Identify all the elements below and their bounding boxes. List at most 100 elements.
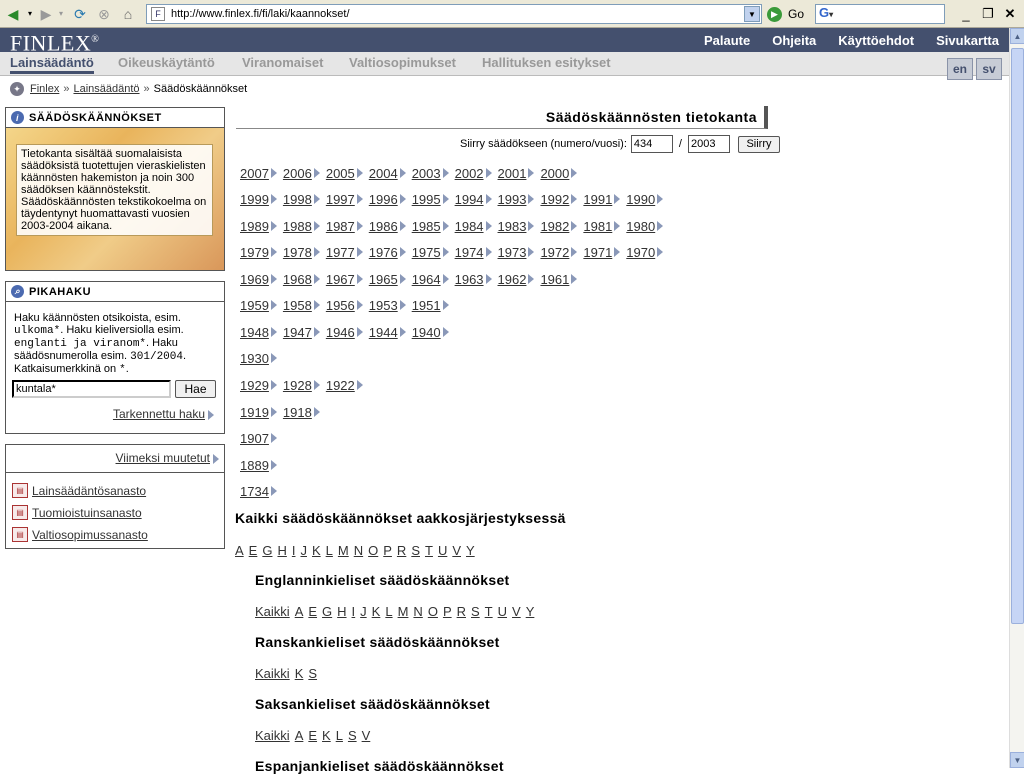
year-link[interactable]: 1970 (626, 245, 655, 260)
letter-link[interactable]: S (348, 728, 357, 743)
letter-link[interactable]: U (438, 543, 447, 558)
year-link[interactable]: 1992 (540, 192, 569, 207)
year-link[interactable]: 1995 (412, 192, 441, 207)
year-link[interactable]: 1994 (455, 192, 484, 207)
year-item[interactable]: 2005 (326, 166, 363, 181)
year-item[interactable]: 1981 (583, 219, 621, 234)
year-link[interactable]: 1919 (240, 405, 269, 420)
home-icon[interactable]: ⌂ (118, 4, 138, 24)
scroll-up-icon[interactable]: ▲ (1010, 28, 1024, 44)
quick-search-button[interactable]: Hae (175, 380, 216, 398)
letter-link[interactable]: J (300, 543, 307, 558)
letter-link[interactable]: S (308, 666, 317, 681)
quick-search-input[interactable]: kuntala* (12, 380, 171, 398)
header-link-kayttoehdot[interactable]: Käyttöehdot (838, 33, 914, 48)
year-item[interactable]: 1965 (369, 272, 406, 287)
letter-link[interactable]: S (471, 604, 480, 619)
year-link[interactable]: 1928 (283, 378, 312, 393)
year-item[interactable]: 2006 (283, 166, 320, 181)
go-button[interactable]: ▶ Go (767, 4, 804, 24)
year-item[interactable]: 1978 (283, 245, 320, 260)
vocabulary-label[interactable]: Lainsäädäntösanasto (32, 484, 146, 498)
year-link[interactable]: 1979 (240, 245, 269, 260)
year-link[interactable]: 1997 (326, 192, 355, 207)
letter-link[interactable]: E (249, 543, 258, 558)
breadcrumb-finlex[interactable]: Finlex (30, 83, 59, 95)
year-item[interactable]: 1970 (626, 245, 664, 260)
year-item[interactable]: 1988 (283, 219, 320, 234)
year-item[interactable]: 1956 (326, 298, 363, 313)
year-item[interactable]: 1991 (583, 192, 621, 207)
year-link[interactable]: 1996 (369, 192, 398, 207)
year-item[interactable]: 1979 (240, 245, 277, 260)
year-link[interactable]: 1990 (626, 192, 655, 207)
letter-link[interactable]: M (398, 604, 409, 619)
year-item[interactable]: 1734 (240, 484, 277, 499)
year-item[interactable]: 1964 (412, 272, 449, 287)
year-item[interactable]: 1940 (412, 325, 449, 340)
year-item[interactable]: 1907 (240, 431, 277, 446)
year-link[interactable]: 1987 (326, 219, 355, 234)
stop-icon[interactable]: ⊗ (94, 4, 114, 24)
year-item[interactable]: 1953 (369, 298, 406, 313)
year-link[interactable]: 2003 (412, 166, 441, 181)
year-item[interactable]: 2001 (498, 166, 535, 181)
address-dropdown-icon[interactable]: ▼ (744, 6, 760, 22)
scroll-down-icon[interactable]: ▼ (1010, 752, 1024, 768)
year-link[interactable]: 1907 (240, 431, 269, 446)
header-link-sivukartta[interactable]: Sivukartta (936, 33, 999, 48)
letter-link[interactable]: K (295, 666, 304, 681)
year-item[interactable]: 1961 (540, 272, 578, 287)
restore-icon[interactable]: ❐ (977, 4, 999, 24)
letter-link[interactable]: M (338, 543, 349, 558)
year-item[interactable]: 2000 (540, 166, 578, 181)
year-link[interactable]: 1984 (455, 219, 484, 234)
letter-link[interactable]: O (428, 604, 438, 619)
year-item[interactable]: 1998 (283, 192, 320, 207)
letter-link[interactable]: U (498, 604, 507, 619)
year-link[interactable]: 1975 (412, 245, 441, 260)
letter-link[interactable]: H (277, 543, 286, 558)
year-link[interactable]: 1956 (326, 298, 355, 313)
letter-link[interactable]: Y (526, 604, 535, 619)
letter-link[interactable]: E (308, 604, 317, 619)
recently-changed-link[interactable]: Viimeksi muutetut (116, 451, 219, 465)
tab-oikeuskaytanto[interactable]: Oikeuskäytäntö (118, 55, 215, 70)
year-link[interactable]: 1981 (583, 219, 612, 234)
year-item[interactable]: 1996 (369, 192, 406, 207)
year-link[interactable]: 1967 (326, 272, 355, 287)
year-item[interactable]: 1889 (240, 458, 277, 473)
year-link[interactable]: 1930 (240, 351, 269, 366)
year-link[interactable]: 1980 (626, 219, 655, 234)
year-link[interactable]: 1965 (369, 272, 398, 287)
year-item[interactable]: 1976 (369, 245, 406, 260)
year-link[interactable]: 1963 (455, 272, 484, 287)
year-item[interactable]: 1951 (412, 298, 449, 313)
jump-button[interactable]: Siirry (737, 135, 780, 153)
year-item[interactable]: 1975 (412, 245, 449, 260)
year-link[interactable]: 1973 (498, 245, 527, 260)
letter-link[interactable]: H (337, 604, 346, 619)
year-link[interactable]: 1953 (369, 298, 398, 313)
year-link[interactable]: 1976 (369, 245, 398, 260)
letter-link[interactable]: R (397, 543, 406, 558)
year-item[interactable]: 1972 (540, 245, 578, 260)
letter-link[interactable]: O (368, 543, 378, 558)
year-item[interactable]: 1997 (326, 192, 363, 207)
year-link[interactable]: 1983 (498, 219, 527, 234)
vocabulary-link[interactable]: ▤ Lainsäädäntösanasto (12, 483, 146, 498)
year-link[interactable]: 1959 (240, 298, 269, 313)
year-item[interactable]: 1982 (540, 219, 578, 234)
letter-link[interactable]: I (352, 604, 356, 619)
letter-link[interactable]: E (308, 728, 317, 743)
vocabulary-label[interactable]: Valtiosopimussanasto (32, 528, 148, 542)
letter-link[interactable]: I (292, 543, 296, 558)
language-en-button[interactable]: en (947, 58, 973, 80)
year-link[interactable]: 1998 (283, 192, 312, 207)
year-link[interactable]: 1989 (240, 219, 269, 234)
year-item[interactable]: 1947 (283, 325, 320, 340)
tab-lainsaadanto[interactable]: Lainsäädäntö (10, 55, 94, 74)
year-link[interactable]: 1982 (540, 219, 569, 234)
year-link[interactable]: 1971 (583, 245, 612, 260)
year-item[interactable]: 1985 (412, 219, 449, 234)
